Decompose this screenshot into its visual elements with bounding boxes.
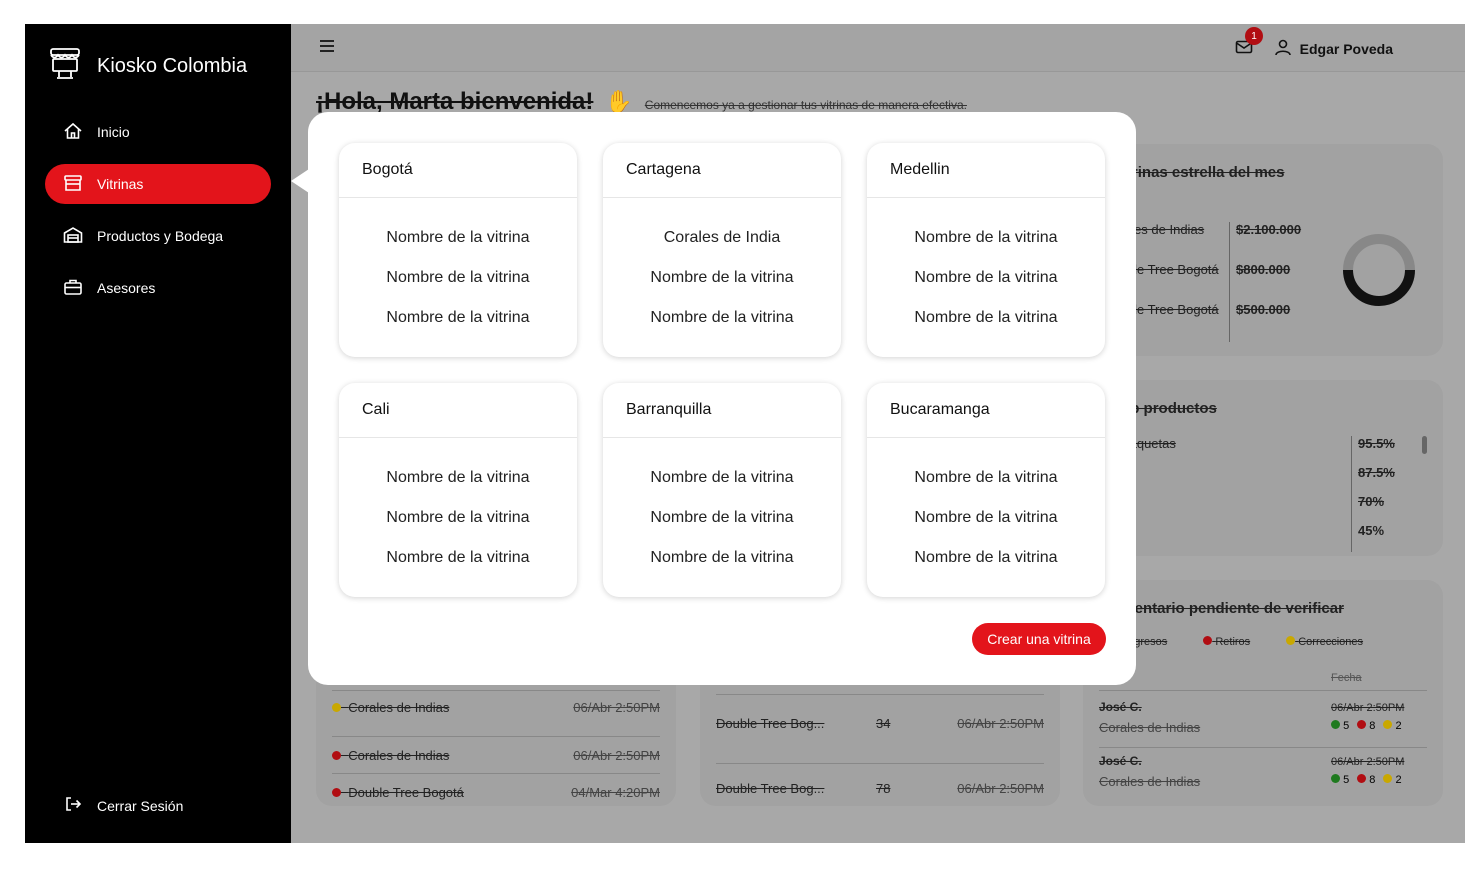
top-value: 87.5% [1351,465,1413,494]
top-value: 95.5% [1351,436,1413,465]
city-card-cartagena: Cartagena Corales de India Nombre de la … [603,143,841,357]
vitrina-item[interactable]: Nombre de la vitrina [603,306,841,346]
vitrina-item[interactable]: Nombre de la vitrina [339,466,577,506]
brand-title: Kiosko Colombia [97,55,248,77]
sidebar-item-label: Productos y Bodega [97,228,224,244]
vitrina-item[interactable]: Nombre de la vitrina [603,266,841,306]
list-item: Corales de Indias 06/Abr 2:50PM [332,700,660,737]
topbar: 1 Edgar Poveda [291,24,1465,72]
vitrina-item[interactable]: Nombre de la vitrina [603,506,841,546]
vitrina-item[interactable]: Nombre de la vitrina [867,546,1105,586]
vitrina-item[interactable]: Nombre de la vitrina [867,506,1105,546]
list-item: Double Tree Bog... 78 06/Abr 2:50PM [716,780,1044,796]
sidebar-item-label: Inicio [97,124,130,140]
vitrina-item[interactable]: Nombre de la vitrina [867,466,1105,506]
menu-icon[interactable] [319,38,335,59]
donut-chart [1341,232,1417,313]
top-value: 45% [1351,523,1413,552]
vitrina-item[interactable]: Nombre de la vitrina [603,546,841,586]
scrollbar[interactable] [1422,436,1427,454]
city-name: Bucaramanga [867,383,1105,438]
notification-badge: 1 [1245,27,1263,45]
vitrina-item[interactable]: Nombre de la vitrina [339,266,577,306]
vitrina-item[interactable]: Nombre de la vitrina [339,226,577,266]
estrella-card: Vitrinas estrella del mes Corales de Ind… [1083,144,1443,356]
sidebar-item-asesores[interactable]: Asesores [45,268,271,308]
inventario-card: Inventario pendiente de verificar Ingres… [1083,580,1443,806]
create-vitrina-button[interactable]: Crear una vitrina [972,623,1106,655]
vitrina-item[interactable]: Nombre de la vitrina [339,546,577,586]
city-card-bogota: Bogotá Nombre de la vitrina Nombre de la… [339,143,577,357]
city-name: Cali [339,383,577,438]
city-card-bucaramanga: Bucaramanga Nombre de la vitrina Nombre … [867,383,1105,597]
logout-label: Cerrar Sesión [97,797,184,814]
city-name: Medellin [867,143,1105,198]
vitrina-item[interactable]: Nombre de la vitrina [339,506,577,546]
legend-retiros: Retiros [1203,636,1250,648]
kiosk-logo-icon [49,46,81,87]
sidebar-item-inicio[interactable]: Inicio [45,112,271,152]
city-card-medellin: Medellin Nombre de la vitrina Nombre de … [867,143,1105,357]
vitrina-item[interactable]: Nombre de la vitrina [339,306,577,346]
city-name: Cartagena [603,143,841,198]
city-name: Bogotá [339,143,577,198]
sidebar-item-label: Asesores [97,280,156,296]
sidebar-item-productos[interactable]: Productos y Bodega [45,216,271,256]
vitrina-item[interactable]: Nombre de la vitrina [867,266,1105,306]
vitrina-item[interactable]: Nombre de la vitrina [867,306,1105,346]
greeting-subtitle: Comencemos ya a gestionar tus vitrinas d… [644,98,967,112]
vitrinas-popover: Bogotá Nombre de la vitrina Nombre de la… [308,112,1136,685]
briefcase-icon [63,277,83,300]
top-value: 70% [1351,494,1413,523]
popover-arrow [291,169,309,193]
user-icon [1274,38,1292,59]
estrella-title: Vitrinas estrella del mes [1113,164,1285,181]
legend-correcciones: Correcciones [1286,636,1363,648]
app-frame: Kiosko Colombia Inicio Vitrinas Producto… [25,24,1465,843]
store-icon [63,173,83,196]
logout-icon [63,794,83,817]
warehouse-icon [63,225,83,248]
estrella-value: $2.100.000 [1229,222,1301,262]
list-item: Corales de Indias 06/Abr 2:50PM [332,737,660,774]
vitrina-item[interactable]: Corales de India [603,226,841,266]
sidebar-item-vitrinas[interactable]: Vitrinas [45,164,271,204]
top-productos-card: Top productos Chaquetas 95.5% 87.5% 70% 4… [1083,380,1443,556]
inventario-row: José C. Corales de Indias 06/Abr 2:50PM … [1099,754,1405,789]
logout-button[interactable]: Cerrar Sesión [63,794,183,817]
estrella-value: $500.000 [1229,302,1290,342]
sidebar-item-label: Vitrinas [97,176,144,192]
vitrina-item[interactable]: Nombre de la vitrina [867,226,1105,266]
list-item: Double Tree Bogotá 04/Mar 4:20PM [332,774,660,811]
city-name: Barranquilla [603,383,841,438]
city-card-cali: Cali Nombre de la vitrina Nombre de la v… [339,383,577,597]
brand[interactable]: Kiosko Colombia [49,46,247,87]
list-item: Double Tree Bog... 34 06/Abr 2:50PM [716,716,1044,764]
inventario-row: José C. Corales de Indias 06/Abr 2:50PM … [1099,700,1427,748]
date-header: Fecha [1331,672,1362,684]
home-icon [63,121,83,144]
city-card-barranquilla: Barranquilla Nombre de la vitrina Nombre… [603,383,841,597]
sidebar: Kiosko Colombia Inicio Vitrinas Producto… [25,24,291,843]
inventario-title: Inventario pendiente de verificar [1113,600,1344,617]
user-menu[interactable]: Edgar Poveda [1274,38,1393,59]
estrella-value: $800.000 [1229,262,1290,302]
user-name: Edgar Poveda [1299,40,1393,57]
vitrina-item[interactable]: Nombre de la vitrina [603,466,841,506]
